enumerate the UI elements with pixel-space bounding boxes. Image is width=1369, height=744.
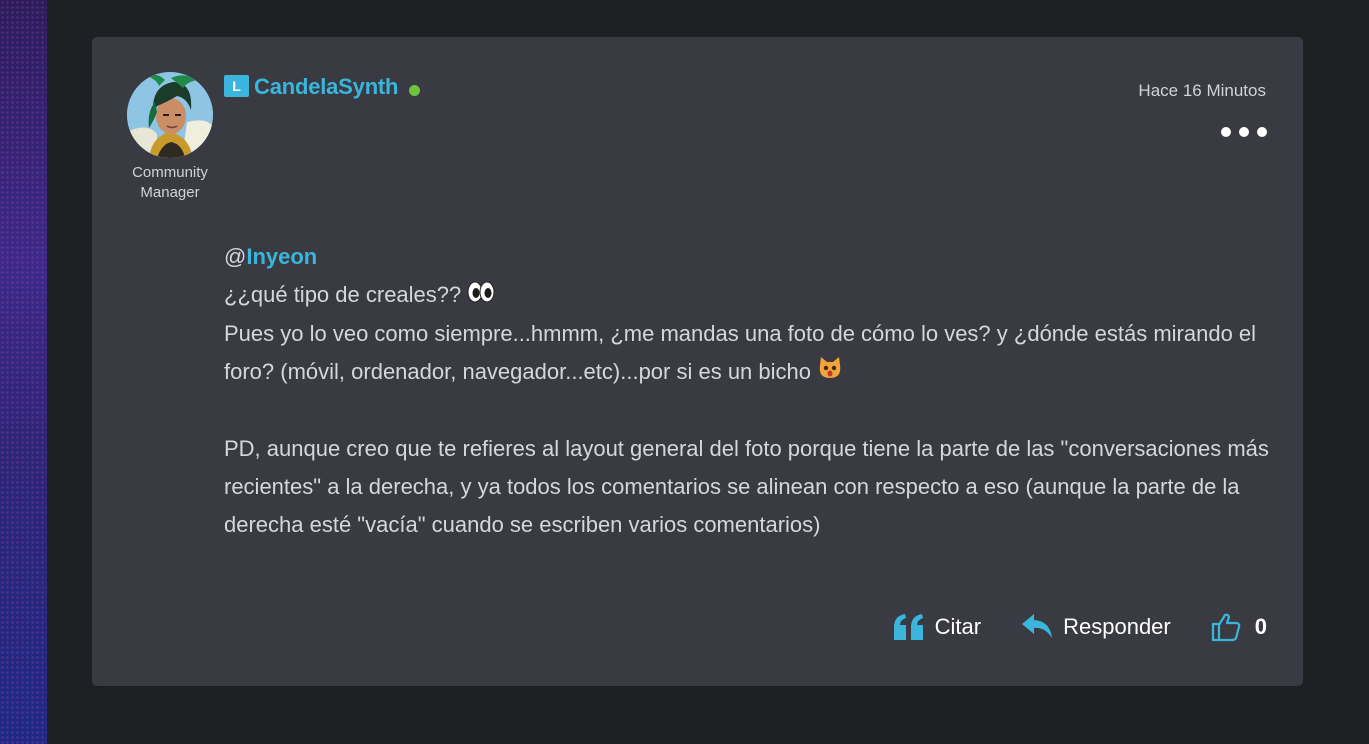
cat-emoji-icon (817, 354, 843, 392)
quote-button[interactable]: Citar (893, 613, 981, 641)
rank-badge: L (224, 75, 249, 97)
post-body: @Inyeon ¿¿qué tipo de creales?? Pues yo … (224, 238, 1274, 544)
mention-prefix: @ (224, 244, 247, 269)
body-paragraph-2: PD, aunque creo que te refieres al layou… (224, 436, 1269, 538)
like-button[interactable]: 0 (1211, 612, 1267, 642)
body-paragraph-1: Pues yo lo veo como siempre...hmmm, ¿me … (224, 315, 1274, 392)
more-options-button[interactable] (1221, 121, 1267, 143)
eyes-emoji-icon (467, 277, 495, 315)
more-dots-icon (1221, 127, 1231, 137)
forum-post-card: Community Manager L CandelaSynth Hace 16… (92, 37, 1303, 686)
author-username[interactable]: CandelaSynth (254, 74, 398, 100)
quote-label: Citar (934, 614, 982, 639)
avatar[interactable] (127, 72, 213, 158)
like-count: 0 (1254, 614, 1267, 639)
reply-label: Responder (1063, 614, 1171, 639)
body-line-question: ¿¿qué tipo de creales?? (224, 276, 1274, 315)
question-text: ¿¿qué tipo de creales?? (224, 282, 462, 307)
paragraph-1-text: Pues yo lo veo como siempre...hmmm, ¿me … (224, 321, 1257, 385)
mention-link[interactable]: Inyeon (246, 244, 317, 269)
thumbs-up-icon (1211, 612, 1241, 642)
reply-arrow-icon (1021, 613, 1053, 641)
online-status-indicator (409, 85, 420, 96)
mention-line: @Inyeon (224, 238, 1274, 276)
more-dots-icon (1257, 127, 1267, 137)
author-role: Community Manager (132, 164, 208, 201)
background-side-strip (0, 0, 47, 744)
post-timestamp: Hace 16 Minutos (1138, 81, 1266, 100)
quote-icon (893, 613, 925, 641)
more-dots-icon (1239, 127, 1249, 137)
reply-button[interactable]: Responder (1021, 613, 1171, 641)
post-actions: Citar Responder 0 (893, 607, 1267, 647)
